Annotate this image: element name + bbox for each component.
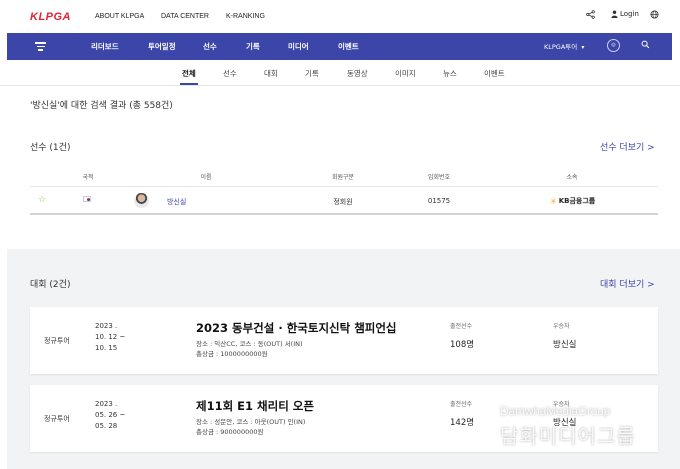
tab-tournaments[interactable]: 대회: [264, 68, 278, 79]
tab-images[interactable]: 이미지: [395, 68, 416, 79]
search-icon: [641, 40, 650, 49]
tab-news[interactable]: 뉴스: [443, 68, 457, 79]
watermark: DamwhaMediaGroup 담화미디어그룹: [500, 404, 636, 449]
tournament-date: 2023 . 10. 12 ~ 10. 15: [95, 322, 126, 352]
favorite-icon[interactable]: ☆: [38, 195, 46, 205]
tab-events[interactable]: 이벤트: [484, 68, 505, 79]
entries-value: 108명: [450, 340, 475, 350]
affiliation-name: KB금융그룹: [558, 197, 596, 205]
players-more-link[interactable]: 선수 더보기 >: [600, 140, 655, 153]
player-name[interactable]: 방신실: [167, 197, 186, 207]
tournaments-more-link[interactable]: 대회 더보기 >: [600, 277, 655, 290]
tournament-info: 장소 : 성문안, 코스 : 아웃(OUT) 인(IN) 총상금 : 90000…: [196, 418, 306, 436]
chevron-down-icon: ▾: [581, 44, 585, 51]
globe-icon: [650, 10, 659, 19]
affiliation-logo: ✳ KB금융그룹: [550, 196, 595, 206]
avatar: [134, 193, 149, 208]
col-member-type: 회원구분: [331, 174, 355, 181]
login-button[interactable]: Login: [611, 10, 639, 18]
search-button[interactable]: [641, 40, 650, 51]
tournament-card[interactable]: 정규투어 2023 . 10. 12 ~ 10. 15 2023 동부건설 · …: [30, 307, 658, 374]
col-member-no: 입회번호: [427, 174, 451, 181]
klpga-logo[interactable]: KLPGA: [30, 11, 71, 23]
tab-all[interactable]: 전체: [180, 68, 198, 85]
tournament-date: 2023 . 05. 26 ~ 05. 28: [95, 400, 126, 430]
tour-select-label: KLPGA투어: [544, 43, 578, 51]
link-about-klpga[interactable]: ABOUT KLPGA: [95, 13, 144, 20]
main-nav: 리더보드 투어일정 선수 기록 미디어 이벤트 KLPGA투어 ▾ ◎: [7, 33, 672, 60]
watermark-line1: DamwhaMediaGroup: [500, 404, 611, 418]
tab-players[interactable]: 선수: [223, 68, 237, 79]
winner-value: 방신실: [553, 340, 577, 350]
search-summary: '방신실'에 대한 검색 결과 (총 558건): [30, 101, 173, 111]
player-member-no: 01575: [427, 197, 451, 205]
tournament-name[interactable]: 제11회 E1 채리티 오픈: [196, 398, 314, 414]
tour-type: 정규투어: [44, 415, 70, 423]
top-bar: KLPGA ABOUT KLPGA DATA CENTER K-RANKING …: [0, 0, 680, 33]
share-icon: [586, 10, 595, 19]
nav-tour-schedule[interactable]: 투어일정: [148, 41, 176, 52]
language-button[interactable]: [650, 10, 659, 19]
user-icon: [611, 10, 618, 18]
entries-label: 출전선수: [450, 401, 473, 408]
klpga-emblem-icon[interactable]: ◎: [607, 39, 620, 52]
nav-records[interactable]: 기록: [246, 41, 260, 52]
entries-value: 142명: [450, 418, 475, 428]
watermark-line2: 담화미디어그룹: [500, 424, 636, 448]
entries-label: 출전선수: [450, 323, 473, 330]
korea-flag-icon: [83, 196, 91, 202]
players-table-header: 국적 이름 회원구분 입회번호 소속: [30, 166, 658, 187]
search-tabs: 전체 선수 대회 기록 동영상 이미지 뉴스 이벤트: [0, 60, 680, 86]
table-row[interactable]: ☆ 방신실 정회원 01575 ✳ KB금융그룹: [30, 188, 658, 215]
winner-label: 우승자: [553, 323, 570, 330]
tournaments-section-title: 대회 (2건): [30, 280, 71, 290]
nav-players[interactable]: 선수: [203, 41, 217, 52]
login-label: Login: [620, 10, 639, 18]
tab-videos[interactable]: 동영상: [347, 68, 368, 79]
nav-media[interactable]: 미디어: [288, 41, 309, 52]
tournament-name[interactable]: 2023 동부건설 · 한국토지신탁 챔피언십: [196, 320, 397, 336]
nav-leaderboard[interactable]: 리더보드: [91, 41, 119, 52]
menu-icon[interactable]: [35, 42, 46, 51]
col-affiliation: 소속: [566, 174, 578, 181]
share-button[interactable]: [586, 10, 595, 19]
col-nationality: 국적: [82, 174, 94, 181]
tab-records[interactable]: 기록: [305, 68, 319, 79]
col-name: 이름: [200, 174, 212, 181]
tournament-info: 장소 : 익산CC, 코스 : 동(OUT) 서(IN) 총상금 : 10000…: [196, 340, 303, 358]
link-data-center[interactable]: DATA CENTER: [161, 13, 209, 20]
nav-events[interactable]: 이벤트: [338, 41, 359, 52]
link-k-ranking[interactable]: K-RANKING: [226, 13, 265, 20]
tour-type: 정규투어: [44, 337, 70, 345]
kb-star-icon: ✳: [550, 196, 557, 206]
players-section-title: 선수 (1건): [30, 143, 71, 153]
player-member-type: 정회원: [333, 198, 353, 206]
tour-select[interactable]: KLPGA투어 ▾: [544, 41, 584, 51]
